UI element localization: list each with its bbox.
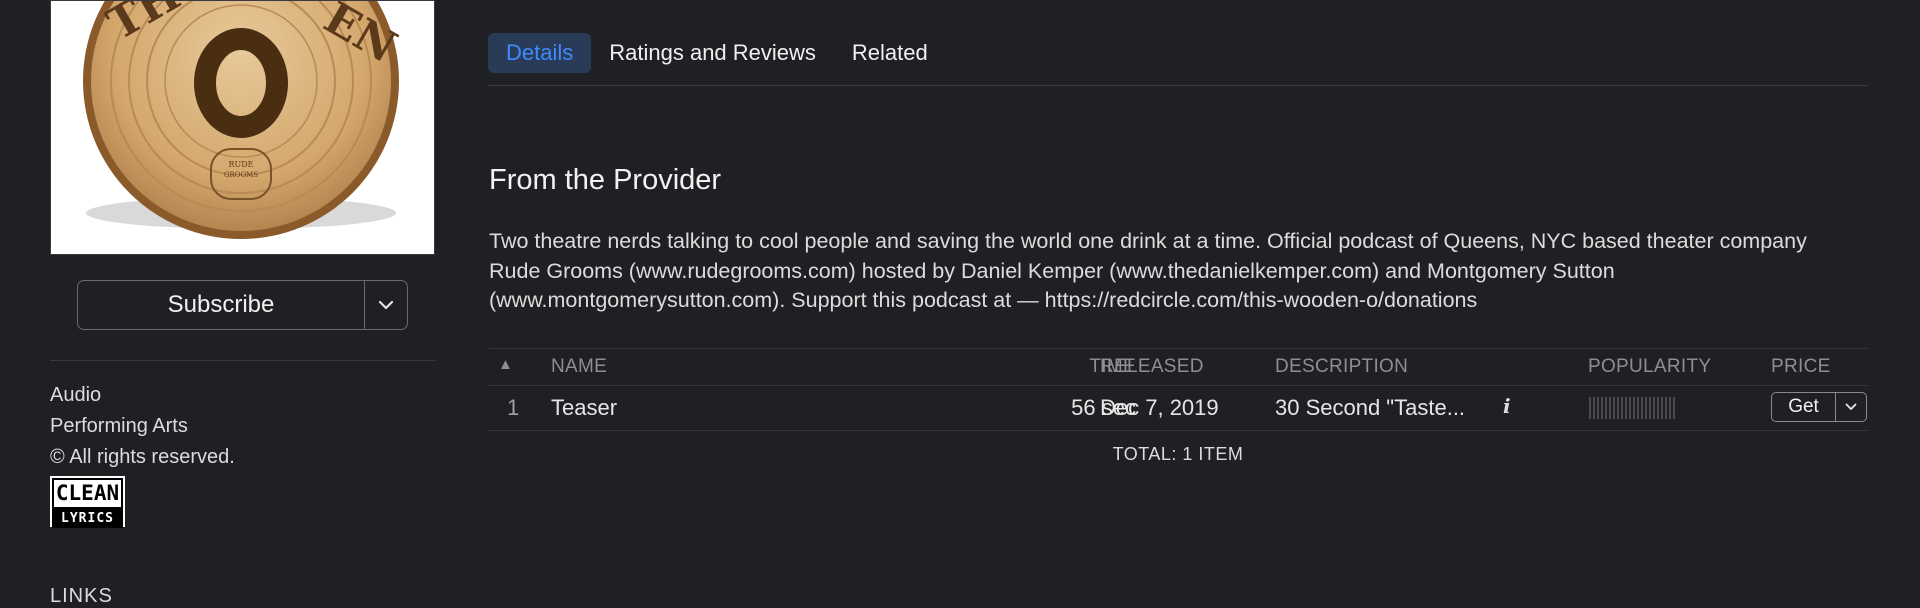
tab-divider [488,85,1868,86]
clean-badge-top: CLEAN [52,478,123,509]
get-button[interactable]: Get [1772,393,1836,421]
column-header-released[interactable]: RELEASED [1100,356,1204,378]
episode-name[interactable]: Teaser [551,395,617,421]
chevron-down-icon [378,300,394,310]
tab-bar: Details Ratings and Reviews Related [488,33,946,73]
clean-badge-bottom: LYRICS [52,509,123,528]
episode-description: 30 Second "Taste... [1275,395,1466,420]
svg-text:RUDE: RUDE [228,160,253,169]
subscribe-control: Subscribe [77,280,408,330]
wooden-o-logo: TH EN RUDE GROOMS [83,1,405,239]
podcast-artwork: TH EN RUDE GROOMS [50,0,435,255]
column-header-name[interactable]: NAME [551,356,607,378]
provider-description: Two theatre nerds talking to cool people… [489,229,1807,312]
sidebar-divider [50,360,435,361]
header-divider [489,385,1867,386]
info-icon[interactable]: i [1503,394,1511,418]
meta-format: Audio [50,384,102,406]
popularity-meter [1589,397,1679,419]
row-index: 1 [507,395,520,420]
table-top-border [489,348,1867,349]
chevron-down-icon [1845,403,1857,410]
clean-lyrics-badge: CLEAN LYRICS [50,476,125,528]
subscribe-button[interactable]: Subscribe [78,281,365,329]
column-header-description[interactable]: DESCRIPTION [1275,356,1408,378]
meta-category[interactable]: Performing Arts [50,411,235,442]
subscribe-options-button[interactable] [365,281,407,329]
provider-title: From the Provider [489,164,722,196]
get-options-button[interactable] [1836,393,1866,421]
tab-ratings-and-reviews[interactable]: Ratings and Reviews [591,33,834,73]
svg-text:GROOMS: GROOMS [224,171,259,179]
episode-released: Dec 7, 2019 [1100,395,1219,420]
meta-copyright: © All rights reserved. [50,446,235,468]
tab-related[interactable]: Related [834,33,946,73]
links-heading: LINKS [50,585,113,607]
get-control: Get [1771,392,1867,422]
row-divider [489,430,1867,431]
column-header-price[interactable]: PRICE [1771,356,1831,378]
column-header-popularity[interactable]: POPULARITY [1588,356,1711,378]
tab-details[interactable]: Details [488,33,592,73]
sort-ascending-icon[interactable]: ▲ [498,356,513,373]
podcast-meta: Audio Performing Arts © All rights reser… [50,380,235,473]
table-total: TOTAL: 1 ITEM [1112,444,1244,464]
